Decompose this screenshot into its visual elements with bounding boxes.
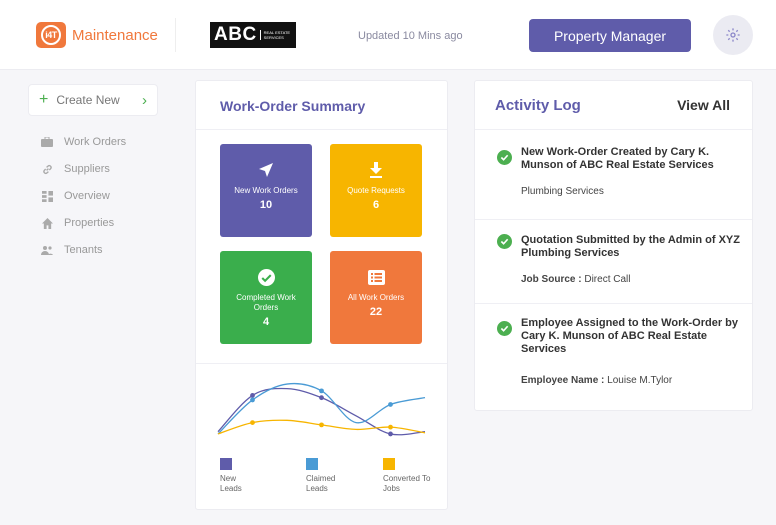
activity-detail-label: Job Source : (521, 274, 582, 285)
activity-item[interactable]: Quotation Submitted by the Admin of XYZ … (475, 219, 754, 303)
series-point (250, 393, 255, 398)
legend-label: New Leads (220, 474, 242, 493)
legend-new-leads: New Leads (220, 458, 250, 494)
tile-count: 10 (259, 199, 273, 211)
activity-headline: Employee Assigned to the Work-Order by C… (521, 317, 738, 355)
tile-completed-work-orders[interactable]: Completed Work Orders 4 (220, 251, 312, 344)
series-point (388, 431, 393, 437)
sidebar-item-properties[interactable]: Properties (40, 217, 114, 229)
activity-headline: New Work-Order Created by Cary K. Munson… (521, 146, 714, 171)
check-circle-icon (257, 267, 275, 287)
sidebar-item-suppliers[interactable]: Suppliers (40, 163, 110, 175)
activity-headline: Quotation Submitted by the Admin of XYZ … (521, 234, 740, 259)
tile-count: 4 (262, 316, 270, 328)
activity-detail-label: Employee Name : (521, 375, 605, 386)
legend-converted-to-jobs: Converted To Jobs (383, 458, 431, 494)
series-point (250, 397, 255, 403)
list-icon (367, 267, 385, 287)
create-new-button[interactable]: + Create New › (28, 84, 158, 116)
plus-icon: + (39, 91, 49, 108)
sidebar-item-label: Work Orders (64, 136, 127, 148)
sidebar-item-overview[interactable]: Overview (40, 190, 110, 202)
series-point (250, 420, 255, 425)
tile-new-work-orders[interactable]: New Work Orders 10 (220, 144, 312, 237)
activity-detail-value: Direct Call (584, 274, 631, 285)
series-point (319, 422, 324, 428)
legend-label: Claimed Leads (306, 474, 336, 493)
link-icon (40, 163, 54, 175)
view-all-link[interactable]: View All (677, 97, 730, 113)
activity-detail: Employee Name : Louise M.Tylor (521, 375, 672, 386)
summary-divider (196, 129, 447, 130)
app-logo[interactable]: i4T Maintenance (36, 22, 158, 48)
activity-item[interactable]: Employee Assigned to the Work-Order by C… (475, 303, 754, 403)
legend-label: Converted To Jobs (383, 474, 431, 493)
top-header: i4T Maintenance ABC Real Estate Services… (0, 0, 776, 70)
send-icon (258, 160, 274, 180)
tile-label: Quote Requests (347, 186, 405, 195)
activity-log-card: Activity Log View All New Work-Order Cre… (474, 80, 753, 411)
tile-label: Completed Work Orders (236, 293, 296, 312)
activity-detail: Job Source : Direct Call (521, 274, 630, 285)
gear-icon (726, 28, 740, 42)
sidebar-item-work-orders[interactable]: Work Orders (40, 136, 126, 148)
series-point (388, 424, 393, 430)
sidebar-item-label: Overview (64, 190, 110, 202)
header-divider (175, 18, 176, 52)
download-icon (369, 160, 383, 180)
sidebar-item-label: Tenants (64, 244, 103, 256)
tile-label: New Work Orders (234, 186, 298, 195)
create-new-label: Create New (56, 93, 120, 107)
home-icon (40, 217, 54, 229)
check-circle-icon (497, 150, 512, 165)
activity-detail: Plumbing Services (521, 186, 604, 197)
legend-swatch (383, 458, 395, 470)
grid-icon (40, 190, 54, 202)
series-point (319, 388, 324, 394)
abc-company-logo: ABC Real Estate Services (210, 22, 296, 48)
sidebar-item-label: Suppliers (64, 163, 110, 175)
tile-quote-requests[interactable]: Quote Requests 6 (330, 144, 422, 237)
updated-status: Updated 10 Mins ago (358, 30, 463, 42)
i4t-logo-icon: i4T (36, 22, 66, 48)
briefcase-icon (40, 136, 54, 148)
activity-item[interactable]: New Work-Order Created by Cary K. Munson… (475, 129, 754, 219)
leads-line-chart (217, 382, 426, 437)
chevron-right-icon: › (142, 91, 147, 109)
logo-mark-text: i4T (45, 30, 57, 40)
legend-claimed-leads: Claimed Leads (306, 458, 342, 494)
chart-divider (196, 363, 447, 364)
check-circle-icon (497, 321, 512, 336)
activity-title: Activity Log (495, 97, 581, 114)
tile-all-work-orders[interactable]: All Work Orders 22 (330, 251, 422, 344)
settings-button[interactable] (713, 15, 753, 55)
work-order-summary-card: Work-Order Summary New Work Orders 10 Qu… (195, 80, 448, 510)
app-name: Maintenance (72, 26, 158, 44)
sidebar-item-tenants[interactable]: Tenants (40, 244, 103, 256)
check-circle-icon (497, 234, 512, 249)
tile-count: 6 (372, 199, 380, 211)
activity-detail-value: Louise M.Tylor (607, 375, 673, 386)
tile-count: 22 (369, 306, 383, 318)
activity-detail-value: Plumbing Services (521, 186, 604, 197)
summary-title: Work-Order Summary (220, 98, 366, 114)
abc-logo-text: ABC (214, 24, 257, 45)
users-icon (40, 244, 54, 256)
legend-swatch (220, 458, 232, 470)
sidebar: + Create New › Work Orders Suppliers Ove… (0, 70, 175, 525)
sidebar-item-label: Properties (64, 217, 115, 229)
property-manager-button[interactable]: Property Manager (529, 19, 691, 52)
series-point (388, 402, 393, 407)
legend-swatch (306, 458, 318, 470)
tile-label: All Work Orders (347, 293, 405, 302)
abc-logo-subtext: Real Estate Services (259, 30, 296, 40)
series-point (319, 395, 324, 401)
